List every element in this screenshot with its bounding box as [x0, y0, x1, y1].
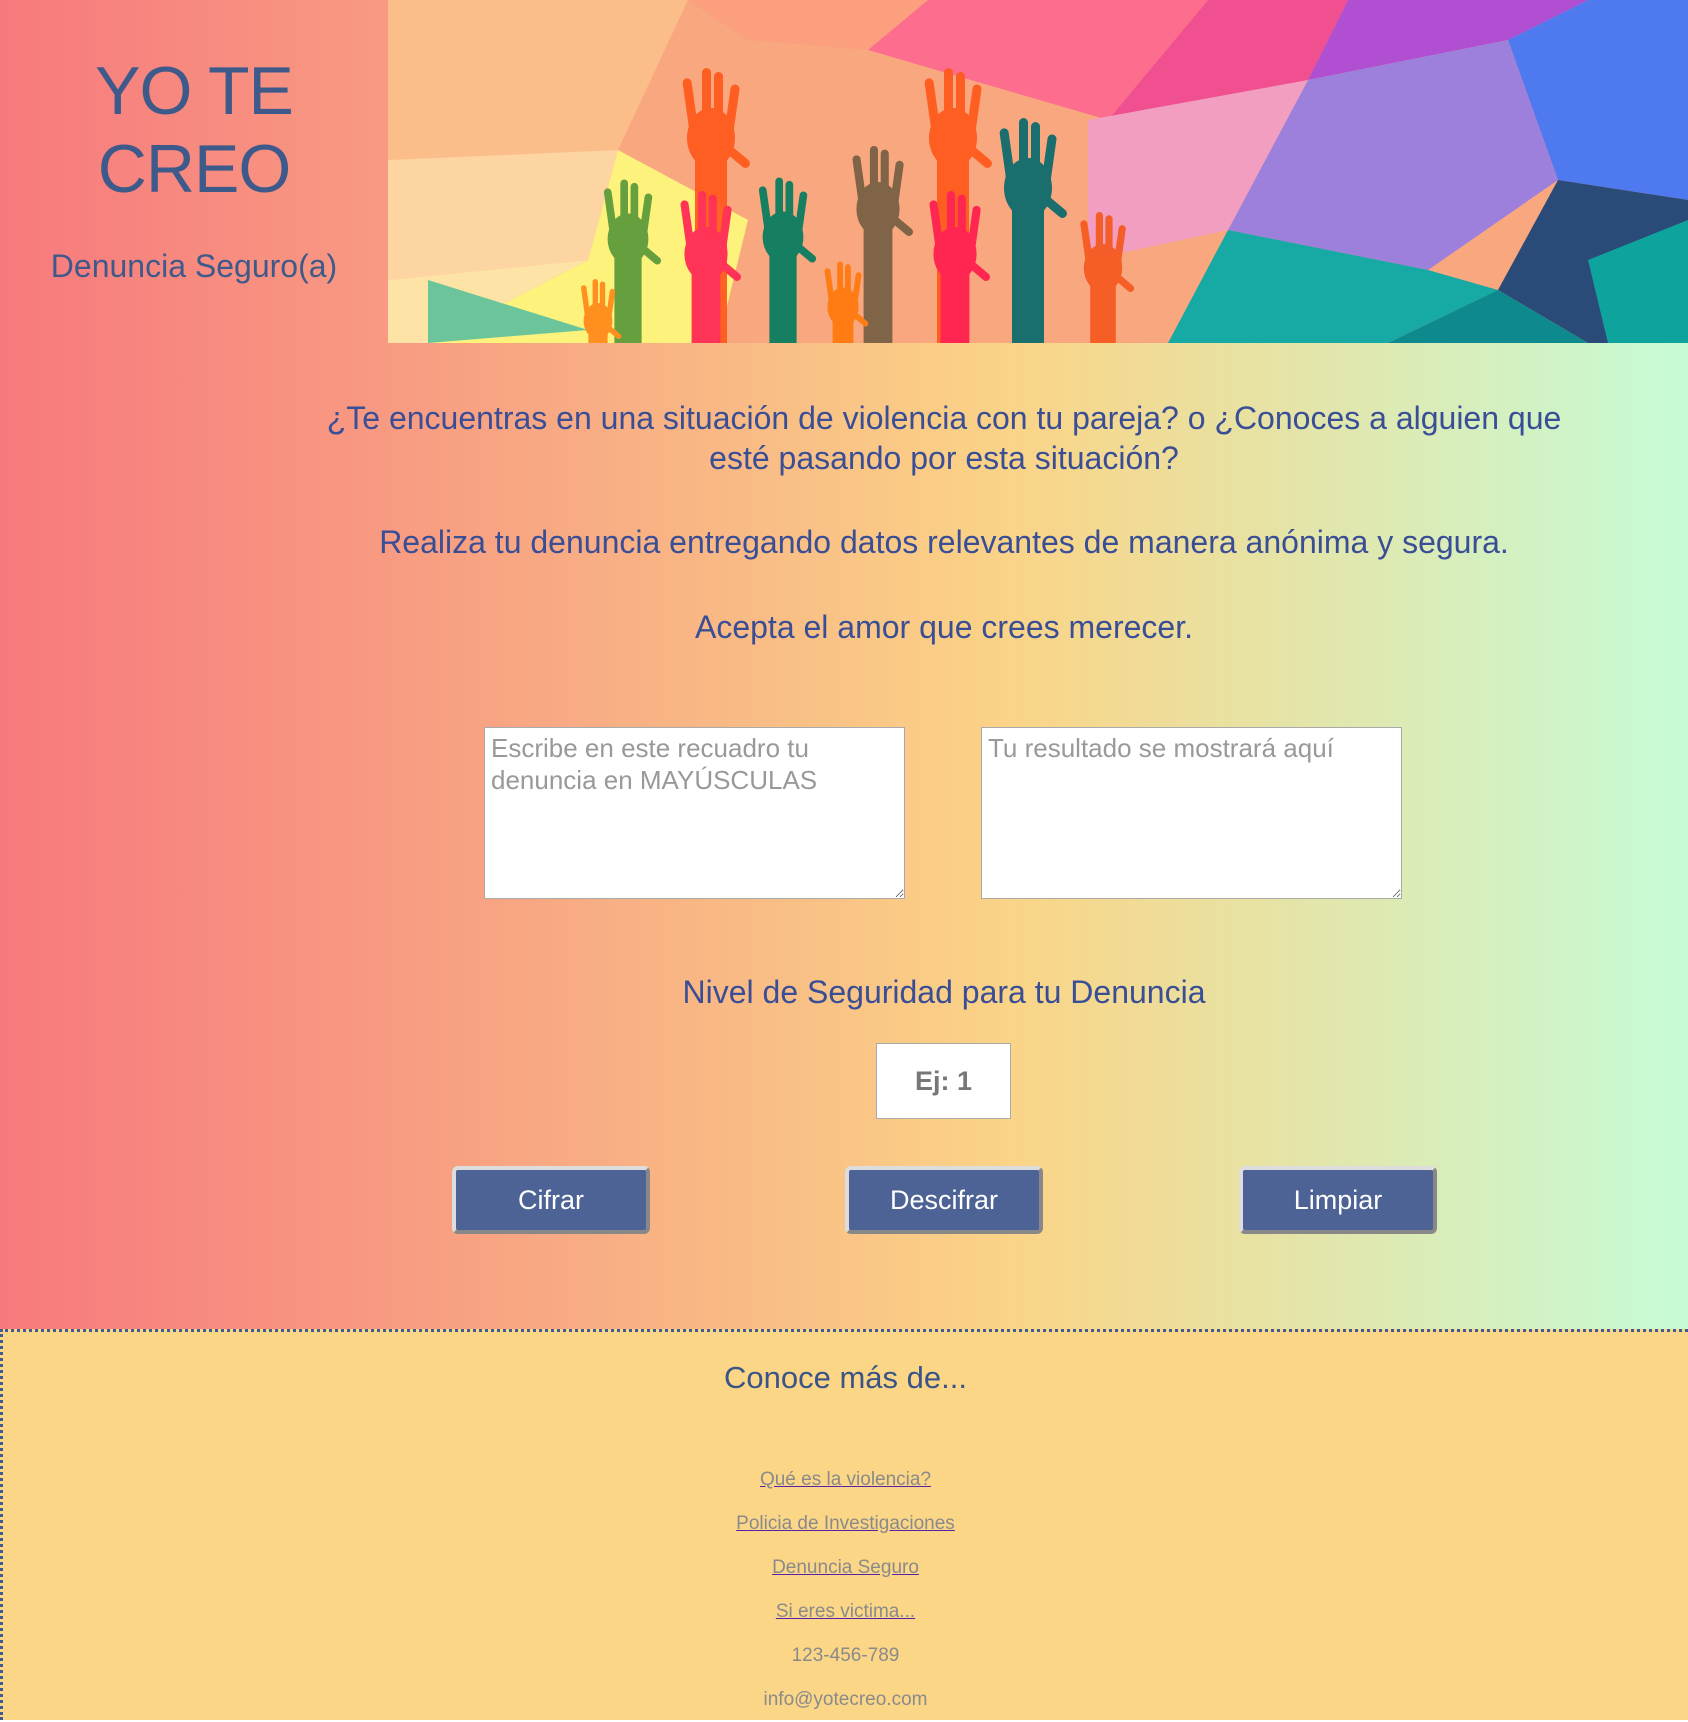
main-section: YO TE CREO Denuncia Seguro(a) ¿Te encuen… [0, 0, 1688, 1329]
footer-email: info@yotecreo.com [763, 1689, 928, 1710]
site-subtitle: Denuncia Seguro(a) [50, 248, 338, 284]
decrypt-button[interactable]: Descifrar [845, 1166, 1043, 1234]
hero-banner-hands-image [388, 0, 1688, 343]
link-denuncia-seguro[interactable]: Denuncia Seguro [772, 1546, 919, 1590]
footer-heading: Conoce más de... [724, 1360, 967, 1395]
site-title: YO TE CREO [95, 53, 294, 207]
link-if-victim[interactable]: Si eres victima... [776, 1590, 915, 1634]
security-level-label: Nivel de Seguridad para tu Denuncia [682, 974, 1206, 1010]
intro-motto: Acepta el amor que crees merecer. [694, 609, 1193, 645]
intro-instruction: Realiza tu denuncia entregando datos rel… [379, 524, 1509, 560]
clear-button[interactable]: Limpiar [1239, 1166, 1437, 1234]
link-what-is-violence[interactable]: Qué es la violencia? [760, 1458, 931, 1502]
footer: Conoce más de... Qué es la violencia? Po… [0, 1329, 1688, 1720]
brand-block: YO TE CREO Denuncia Seguro(a) [0, 0, 388, 285]
encrypt-button[interactable]: Cifrar [452, 1166, 650, 1234]
security-level-input[interactable] [876, 1043, 1011, 1119]
link-police[interactable]: Policia de Investigaciones [736, 1502, 955, 1546]
complaint-input[interactable] [484, 727, 905, 899]
result-output[interactable] [981, 727, 1402, 899]
footer-phone: 123-456-789 [791, 1645, 900, 1666]
intro-question: ¿Te encuentras en una situación de viole… [326, 400, 1562, 476]
